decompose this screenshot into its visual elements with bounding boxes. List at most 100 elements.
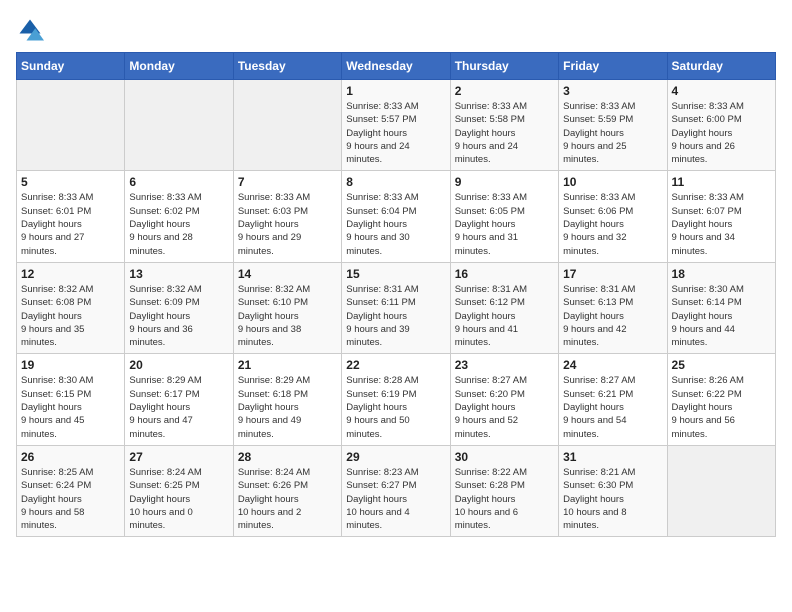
day-detail: Sunrise: 8:33 AM Sunset: 6:02 PM Dayligh…: [129, 191, 228, 257]
day-number: 25: [672, 358, 771, 372]
daylight-label: Daylight hours: [672, 219, 733, 230]
calendar-week-row: 19 Sunrise: 8:30 AM Sunset: 6:15 PM Dayl…: [17, 354, 776, 445]
day-detail: Sunrise: 8:33 AM Sunset: 6:01 PM Dayligh…: [21, 191, 120, 257]
calendar-cell: 15 Sunrise: 8:31 AM Sunset: 6:11 PM Dayl…: [342, 262, 450, 353]
calendar-cell: 17 Sunrise: 8:31 AM Sunset: 6:13 PM Dayl…: [559, 262, 667, 353]
sunset-label: Sunset:: [672, 297, 704, 308]
calendar-cell: 20 Sunrise: 8:29 AM Sunset: 6:17 PM Dayl…: [125, 354, 233, 445]
calendar-cell: [125, 80, 233, 171]
weekday-header-cell: Sunday: [17, 53, 125, 80]
day-number: 23: [455, 358, 554, 372]
calendar-cell: 16 Sunrise: 8:31 AM Sunset: 6:12 PM Dayl…: [450, 262, 558, 353]
weekday-header-cell: Tuesday: [233, 53, 341, 80]
calendar-cell: 19 Sunrise: 8:30 AM Sunset: 6:15 PM Dayl…: [17, 354, 125, 445]
daylight-label: Daylight hours: [346, 311, 407, 322]
day-number: 31: [563, 450, 662, 464]
daylight-label: Daylight hours: [129, 219, 190, 230]
calendar-cell: 13 Sunrise: 8:32 AM Sunset: 6:09 PM Dayl…: [125, 262, 233, 353]
day-detail: Sunrise: 8:30 AM Sunset: 6:14 PM Dayligh…: [672, 283, 771, 349]
day-detail: Sunrise: 8:32 AM Sunset: 6:10 PM Dayligh…: [238, 283, 337, 349]
sunset-label: Sunset:: [129, 480, 161, 491]
weekday-header-cell: Wednesday: [342, 53, 450, 80]
sunrise-label: Sunrise:: [563, 375, 598, 386]
daylight-label: Daylight hours: [455, 402, 516, 413]
sunset-label: Sunset:: [563, 114, 595, 125]
day-detail: Sunrise: 8:33 AM Sunset: 6:00 PM Dayligh…: [672, 100, 771, 166]
day-detail: Sunrise: 8:28 AM Sunset: 6:19 PM Dayligh…: [346, 374, 445, 440]
daylight-label: Daylight hours: [455, 128, 516, 139]
day-detail: Sunrise: 8:31 AM Sunset: 6:11 PM Dayligh…: [346, 283, 445, 349]
day-detail: Sunrise: 8:32 AM Sunset: 6:09 PM Dayligh…: [129, 283, 228, 349]
sunrise-label: Sunrise:: [129, 284, 164, 295]
sunset-label: Sunset:: [21, 297, 53, 308]
sunrise-label: Sunrise:: [21, 284, 56, 295]
daylight-label: Daylight hours: [346, 128, 407, 139]
calendar-cell: 26 Sunrise: 8:25 AM Sunset: 6:24 PM Dayl…: [17, 445, 125, 536]
calendar-cell: 1 Sunrise: 8:33 AM Sunset: 5:57 PM Dayli…: [342, 80, 450, 171]
sunrise-label: Sunrise:: [21, 192, 56, 203]
calendar-week-row: 12 Sunrise: 8:32 AM Sunset: 6:08 PM Dayl…: [17, 262, 776, 353]
calendar-table: SundayMondayTuesdayWednesdayThursdayFrid…: [16, 52, 776, 537]
calendar-cell: 9 Sunrise: 8:33 AM Sunset: 6:05 PM Dayli…: [450, 171, 558, 262]
day-number: 27: [129, 450, 228, 464]
sunset-label: Sunset:: [21, 389, 53, 400]
sunset-label: Sunset:: [455, 206, 487, 217]
day-number: 17: [563, 267, 662, 281]
sunrise-label: Sunrise:: [129, 375, 164, 386]
sunset-label: Sunset:: [21, 206, 53, 217]
day-detail: Sunrise: 8:32 AM Sunset: 6:08 PM Dayligh…: [21, 283, 120, 349]
day-number: 13: [129, 267, 228, 281]
sunrise-label: Sunrise:: [346, 101, 381, 112]
sunrise-label: Sunrise:: [346, 375, 381, 386]
sunset-label: Sunset:: [129, 297, 161, 308]
daylight-label: Daylight hours: [563, 311, 624, 322]
sunrise-label: Sunrise:: [563, 192, 598, 203]
day-detail: Sunrise: 8:26 AM Sunset: 6:22 PM Dayligh…: [672, 374, 771, 440]
day-detail: Sunrise: 8:24 AM Sunset: 6:26 PM Dayligh…: [238, 466, 337, 532]
day-detail: Sunrise: 8:24 AM Sunset: 6:25 PM Dayligh…: [129, 466, 228, 532]
calendar-cell: 6 Sunrise: 8:33 AM Sunset: 6:02 PM Dayli…: [125, 171, 233, 262]
day-detail: Sunrise: 8:31 AM Sunset: 6:12 PM Dayligh…: [455, 283, 554, 349]
sunrise-label: Sunrise:: [346, 284, 381, 295]
day-number: 19: [21, 358, 120, 372]
day-detail: Sunrise: 8:33 AM Sunset: 5:57 PM Dayligh…: [346, 100, 445, 166]
sunset-label: Sunset:: [672, 206, 704, 217]
daylight-label: Daylight hours: [21, 494, 82, 505]
daylight-label: Daylight hours: [346, 219, 407, 230]
sunset-label: Sunset:: [346, 480, 378, 491]
day-number: 10: [563, 175, 662, 189]
sunrise-label: Sunrise:: [672, 375, 707, 386]
calendar-week-row: 5 Sunrise: 8:33 AM Sunset: 6:01 PM Dayli…: [17, 171, 776, 262]
day-number: 7: [238, 175, 337, 189]
sunrise-label: Sunrise:: [238, 192, 273, 203]
calendar-cell: 3 Sunrise: 8:33 AM Sunset: 5:59 PM Dayli…: [559, 80, 667, 171]
sunset-label: Sunset:: [563, 206, 595, 217]
calendar-cell: 24 Sunrise: 8:27 AM Sunset: 6:21 PM Dayl…: [559, 354, 667, 445]
daylight-label: Daylight hours: [129, 402, 190, 413]
sunset-label: Sunset:: [238, 389, 270, 400]
day-number: 22: [346, 358, 445, 372]
day-detail: Sunrise: 8:33 AM Sunset: 6:05 PM Dayligh…: [455, 191, 554, 257]
calendar-cell: [233, 80, 341, 171]
sunset-label: Sunset:: [672, 114, 704, 125]
day-number: 20: [129, 358, 228, 372]
day-number: 6: [129, 175, 228, 189]
day-number: 3: [563, 84, 662, 98]
calendar-body: 1 Sunrise: 8:33 AM Sunset: 5:57 PM Dayli…: [17, 80, 776, 537]
day-detail: Sunrise: 8:33 AM Sunset: 6:07 PM Dayligh…: [672, 191, 771, 257]
day-number: 21: [238, 358, 337, 372]
sunrise-label: Sunrise:: [455, 101, 490, 112]
sunrise-label: Sunrise:: [238, 375, 273, 386]
sunrise-label: Sunrise:: [238, 467, 273, 478]
sunset-label: Sunset:: [455, 297, 487, 308]
sunrise-label: Sunrise:: [455, 192, 490, 203]
sunrise-label: Sunrise:: [238, 284, 273, 295]
day-number: 8: [346, 175, 445, 189]
sunset-label: Sunset:: [238, 480, 270, 491]
day-detail: Sunrise: 8:21 AM Sunset: 6:30 PM Dayligh…: [563, 466, 662, 532]
header-area: [16, 16, 776, 44]
sunset-label: Sunset:: [563, 297, 595, 308]
weekday-header-cell: Thursday: [450, 53, 558, 80]
daylight-label: Daylight hours: [129, 494, 190, 505]
sunrise-label: Sunrise:: [563, 101, 598, 112]
